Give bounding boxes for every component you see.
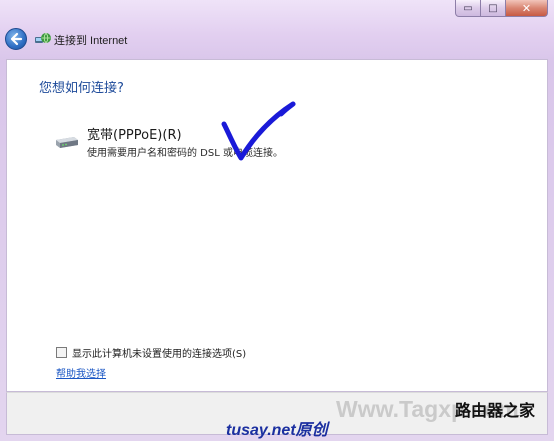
- title-bar[interactable]: ▭ □ ✕: [0, 0, 554, 22]
- checkbox-label: 显示此计算机未设置使用的连接选项(S): [72, 349, 247, 360]
- maximize-button[interactable]: □: [481, 0, 506, 17]
- page-heading: 您想如何连接?: [39, 81, 124, 96]
- close-button[interactable]: ✕: [506, 0, 548, 17]
- close-icon: ✕: [521, 1, 532, 15]
- minimize-icon: ▭: [463, 2, 473, 14]
- window-frame: ▭ □ ✕ 连接到 Internet 您想如何连接? 宽带(PPPoE)(R) …: [0, 0, 554, 441]
- window-title: 连接到 Internet: [54, 35, 128, 47]
- caption-buttons: ▭ □ ✕: [455, 0, 548, 18]
- back-button[interactable]: [5, 28, 27, 50]
- network-globe-icon: [35, 32, 51, 44]
- watermark-source: tusay.net原创: [226, 422, 328, 439]
- maximize-icon: □: [488, 2, 498, 14]
- watermark-brand: 路由器之家: [455, 403, 536, 420]
- content-panel: 您想如何连接? 宽带(PPPoE)(R) 使用需要用户名和密码的 DSL 或电缆…: [6, 59, 548, 392]
- show-unconfigured-options[interactable]: 显示此计算机未设置使用的连接选项(S): [56, 345, 246, 360]
- minimize-button[interactable]: ▭: [455, 0, 481, 17]
- help-me-choose-link[interactable]: 帮助我选择: [56, 365, 106, 380]
- back-arrow-icon: [10, 32, 23, 46]
- broadband-modem-icon: [56, 137, 78, 148]
- handdrawn-checkmark-annotation: [221, 101, 296, 161]
- navigation-bar: 连接到 Internet: [0, 24, 554, 54]
- show-unconfigured-checkbox[interactable]: [56, 347, 67, 358]
- option-broadband-pppoe[interactable]: 宽带(PPPoE)(R): [87, 124, 182, 143]
